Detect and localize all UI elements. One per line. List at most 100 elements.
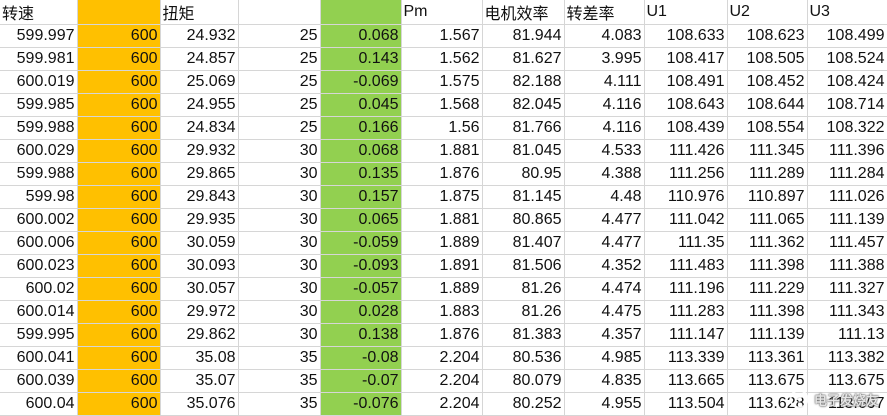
table-cell[interactable]: 80.865 [482, 208, 565, 232]
table-cell[interactable]: 111.398 [727, 300, 808, 324]
table-cell[interactable]: 113.361 [727, 346, 808, 370]
table-cell[interactable]: 599.995 [0, 323, 78, 347]
table-cell[interactable]: 0.028 [320, 300, 402, 324]
table-cell[interactable]: 600.002 [0, 208, 78, 232]
header-cell[interactable]: 转差率 [564, 0, 645, 25]
header-cell[interactable] [320, 0, 402, 25]
header-cell[interactable] [77, 0, 161, 25]
table-cell[interactable]: 80.079 [482, 369, 565, 393]
table-cell[interactable]: 35.08 [160, 346, 239, 370]
table-cell[interactable]: 600.029 [0, 139, 78, 163]
table-cell[interactable]: 600 [77, 185, 161, 209]
table-cell[interactable]: 2.204 [401, 346, 483, 370]
table-cell[interactable]: 30 [238, 208, 321, 232]
table-cell[interactable]: 24.932 [160, 24, 239, 48]
table-cell[interactable]: 30 [238, 300, 321, 324]
table-cell[interactable]: 0.045 [320, 93, 402, 117]
table-cell[interactable]: 0.143 [320, 47, 402, 71]
table-cell[interactable]: 30 [238, 323, 321, 347]
table-cell[interactable]: 108.439 [644, 116, 728, 140]
table-cell[interactable]: 111.388 [807, 254, 887, 278]
table-cell[interactable]: -0.069 [320, 70, 402, 94]
table-cell[interactable]: 2.204 [401, 392, 483, 416]
table-cell[interactable]: 108.424 [807, 70, 887, 94]
table-cell[interactable]: 35.07 [160, 369, 239, 393]
table-cell[interactable]: 81.145 [482, 185, 565, 209]
table-cell[interactable]: 30.059 [160, 231, 239, 255]
table-cell[interactable]: 81.383 [482, 323, 565, 347]
header-cell[interactable]: Pm [401, 0, 483, 25]
table-cell[interactable]: 600 [77, 139, 161, 163]
table-cell[interactable]: 111.284 [807, 162, 887, 186]
table-cell[interactable]: 600 [77, 93, 161, 117]
table-cell[interactable]: 600 [77, 116, 161, 140]
table-cell[interactable]: 111.283 [644, 300, 728, 324]
table-cell[interactable]: 111.042 [644, 208, 728, 232]
table-cell[interactable]: 600.02 [0, 277, 78, 301]
table-cell[interactable]: 111.398 [727, 254, 808, 278]
table-cell[interactable]: 81.407 [482, 231, 565, 255]
table-cell[interactable]: 1.881 [401, 208, 483, 232]
table-cell[interactable]: 600.014 [0, 300, 78, 324]
table-cell[interactable]: 111.362 [727, 231, 808, 255]
table-cell[interactable]: 30 [238, 139, 321, 163]
table-cell[interactable]: 108.633 [644, 24, 728, 48]
table-cell[interactable]: 30 [238, 277, 321, 301]
table-cell[interactable]: 0.166 [320, 116, 402, 140]
table-cell[interactable]: 81.944 [482, 24, 565, 48]
table-cell[interactable]: 4.477 [564, 231, 645, 255]
table-cell[interactable]: 600 [77, 47, 161, 71]
table-cell[interactable]: 80.95 [482, 162, 565, 186]
table-cell[interactable]: 30 [238, 254, 321, 278]
table-cell[interactable]: 2.204 [401, 369, 483, 393]
table-cell[interactable]: 600.023 [0, 254, 78, 278]
table-cell[interactable]: 1.891 [401, 254, 483, 278]
table-cell[interactable]: 600.006 [0, 231, 78, 255]
header-cell[interactable]: 电机效率 [482, 0, 565, 25]
table-cell[interactable]: 4.388 [564, 162, 645, 186]
table-cell[interactable]: 30 [238, 185, 321, 209]
header-cell[interactable]: U3 [807, 0, 887, 25]
table-cell[interactable]: 4.352 [564, 254, 645, 278]
table-cell[interactable]: 29.972 [160, 300, 239, 324]
table-cell[interactable]: -0.059 [320, 231, 402, 255]
table-cell[interactable]: 600 [77, 277, 161, 301]
table-cell[interactable]: 4.48 [564, 185, 645, 209]
table-cell[interactable]: 1.889 [401, 231, 483, 255]
table-cell[interactable]: 599.997 [0, 24, 78, 48]
table-cell[interactable]: 82.045 [482, 93, 565, 117]
table-cell[interactable]: 1.567 [401, 24, 483, 48]
table-cell[interactable]: 25 [238, 47, 321, 71]
table-cell[interactable]: 25 [238, 70, 321, 94]
table-cell[interactable]: -0.093 [320, 254, 402, 278]
header-cell[interactable]: 转速 [0, 0, 78, 25]
table-cell[interactable]: 4.474 [564, 277, 645, 301]
table-cell[interactable]: 108.714 [807, 93, 887, 117]
table-cell[interactable]: 0.068 [320, 139, 402, 163]
table-cell[interactable]: 600 [77, 254, 161, 278]
table-cell[interactable]: 1.889 [401, 277, 483, 301]
table-cell[interactable]: 111.065 [727, 208, 808, 232]
table-cell[interactable]: 25.069 [160, 70, 239, 94]
table-cell[interactable]: 599.985 [0, 93, 78, 117]
table-cell[interactable]: 599.988 [0, 116, 78, 140]
table-cell[interactable]: 29.843 [160, 185, 239, 209]
table-cell[interactable]: 600 [77, 346, 161, 370]
table-cell[interactable]: 30 [238, 231, 321, 255]
table-cell[interactable]: 29.865 [160, 162, 239, 186]
table-cell[interactable]: 1.876 [401, 323, 483, 347]
table-cell[interactable]: 599.988 [0, 162, 78, 186]
table-cell[interactable]: 600 [77, 162, 161, 186]
table-cell[interactable]: 80.252 [482, 392, 565, 416]
table-cell[interactable]: 111.483 [644, 254, 728, 278]
table-cell[interactable]: 1.56 [401, 116, 483, 140]
table-cell[interactable]: 30.057 [160, 277, 239, 301]
table-cell[interactable]: -0.057 [320, 277, 402, 301]
table-cell[interactable]: 24.955 [160, 93, 239, 117]
table-cell[interactable]: 111.457 [807, 231, 887, 255]
table-cell[interactable]: 108.505 [727, 47, 808, 71]
table-cell[interactable]: 25 [238, 116, 321, 140]
table-cell[interactable]: 30.093 [160, 254, 239, 278]
table-cell[interactable]: 24.834 [160, 116, 239, 140]
table-cell[interactable]: 111.147 [644, 323, 728, 347]
